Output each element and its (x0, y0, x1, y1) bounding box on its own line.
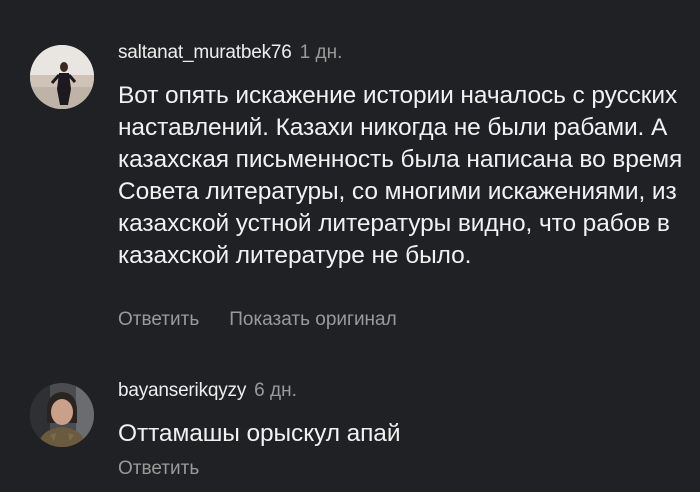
comment-text: Оттамашы орыскул апай (118, 420, 401, 447)
comment-actions: Ответить (118, 458, 199, 480)
reply-button[interactable]: Ответить (118, 458, 199, 480)
comment-meta: bayanserikqyzy 6 дн. (118, 380, 297, 402)
comment-meta: saltanat_muratbek76 1 дн. (118, 42, 342, 64)
comment-actions: Ответить Показать оригинал (118, 309, 397, 331)
reply-button[interactable]: Ответить (118, 309, 199, 331)
timestamp: 6 дн. (254, 380, 297, 401)
avatar-image (30, 45, 94, 109)
username[interactable]: saltanat_muratbek76 (118, 42, 292, 63)
timestamp: 1 дн. (299, 42, 343, 63)
username[interactable]: bayanserikqyzy (118, 380, 246, 401)
avatar-image (30, 383, 94, 447)
avatar[interactable] (30, 383, 94, 447)
comment-text: Вот опять искажение истории началось с р… (118, 82, 683, 269)
show-original-button[interactable]: Показать оригинал (229, 309, 396, 331)
avatar[interactable] (30, 45, 94, 109)
